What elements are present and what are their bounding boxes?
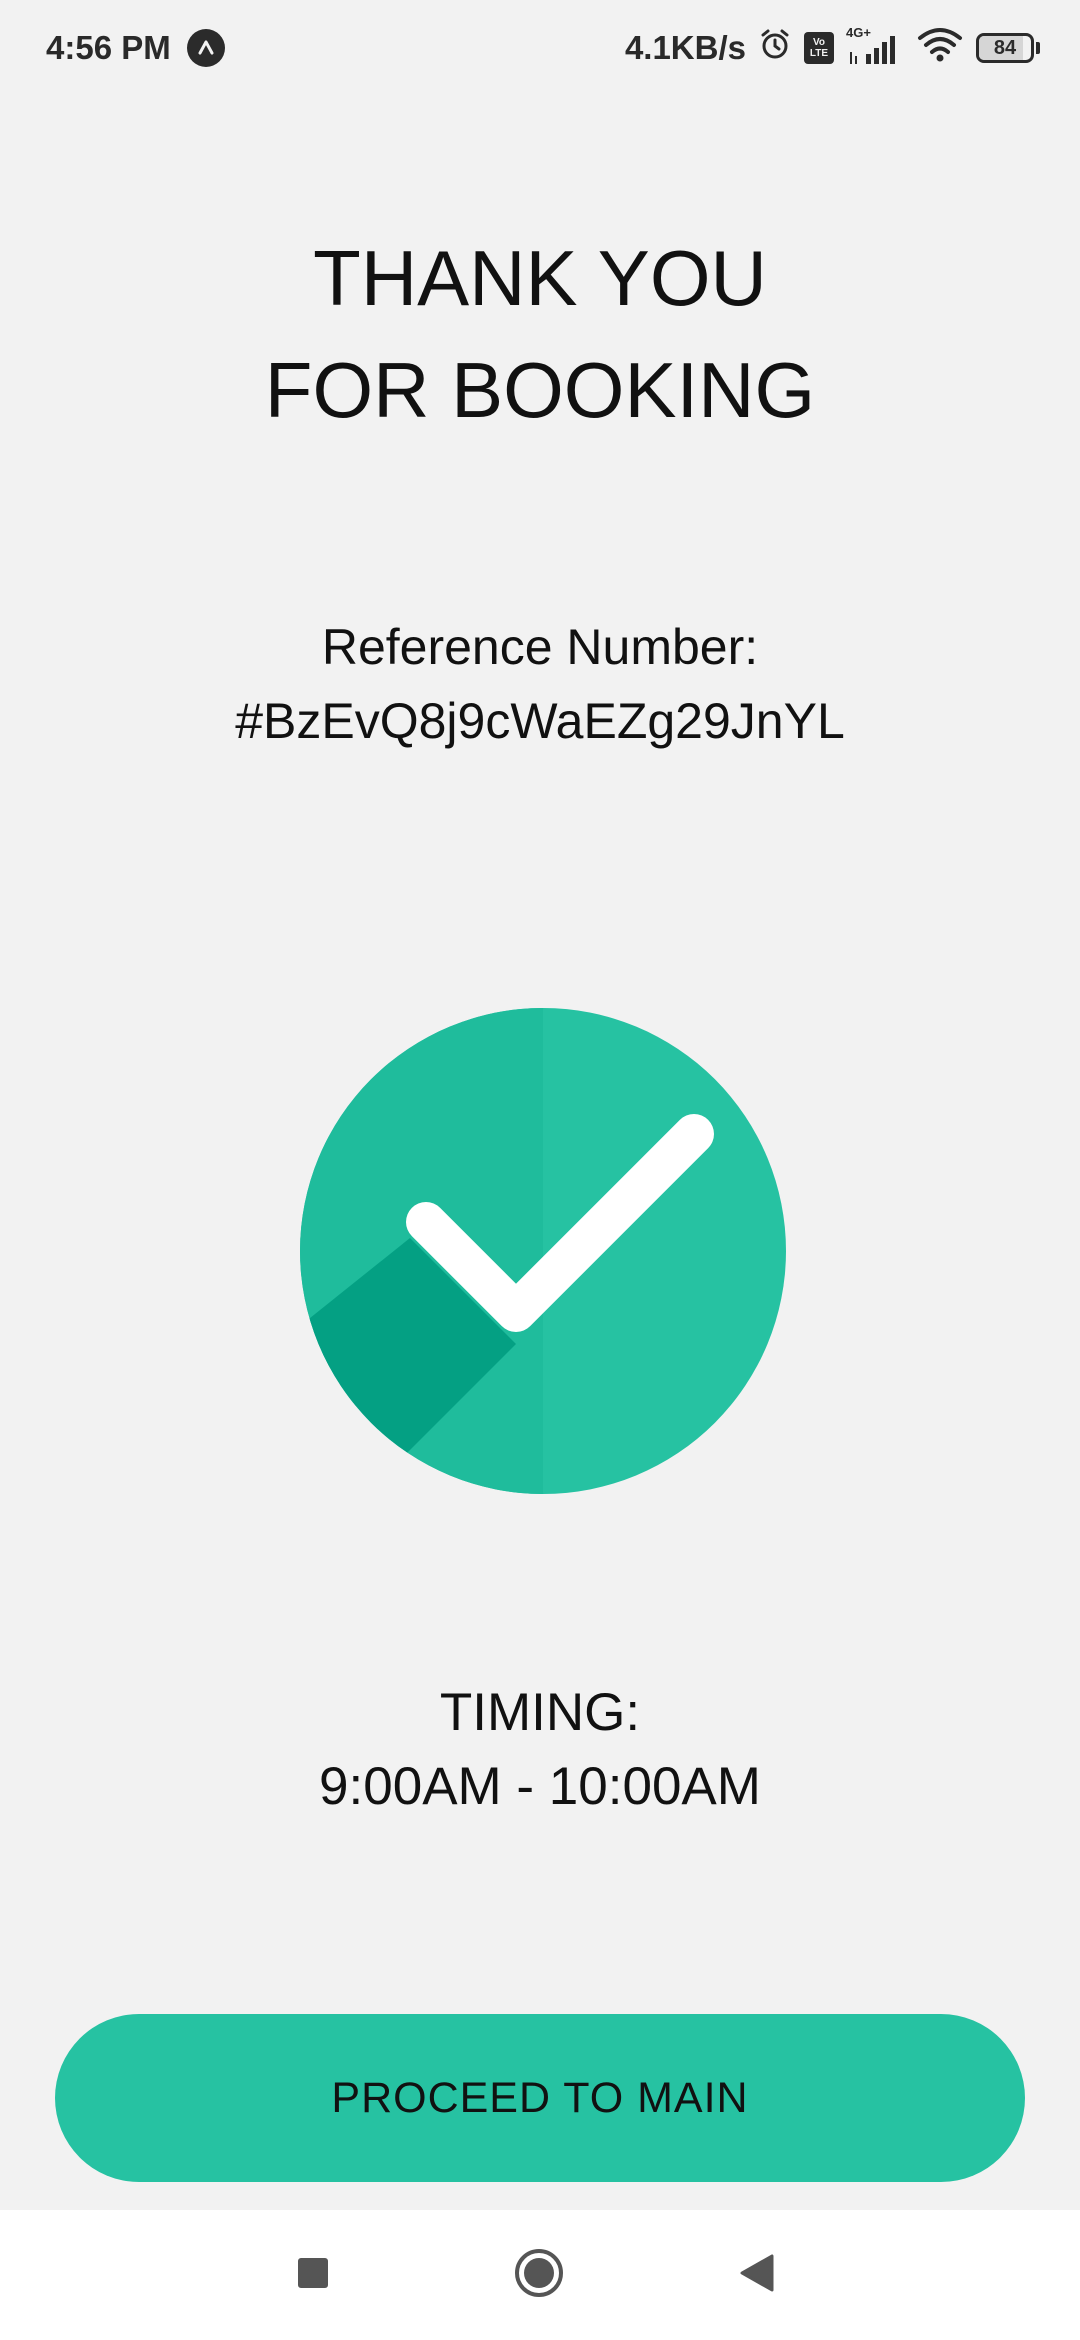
- home-circle-icon[interactable]: [506, 2240, 572, 2306]
- battery-level: 84: [993, 36, 1017, 59]
- reference-label: Reference Number:: [321, 619, 759, 675]
- title-line-1: THANK YOU: [313, 234, 767, 322]
- check-circle-icon: [300, 1008, 786, 1494]
- check-circle-graphic: [300, 1008, 786, 1494]
- status-left: 4:56 PM: [46, 29, 225, 67]
- reference-block: Reference Number: #BzEvQ8j9cWaEZg29JnYL: [0, 610, 1080, 758]
- navigation-bar: [0, 2210, 1080, 2340]
- network-speed: 4.1KB/s: [624, 29, 746, 66]
- recents-square-icon[interactable]: [280, 2240, 346, 2306]
- proceed-to-main-button[interactable]: PROCEED TO MAIN: [55, 2014, 1025, 2182]
- status-time: 4:56 PM: [46, 29, 171, 66]
- battery-icon: 84: [976, 33, 1040, 63]
- status-bar: 4:56 PM 4.1KB/s Vo LTE 4G+ 84: [0, 0, 1080, 96]
- wifi-icon: [916, 26, 964, 70]
- page-title: THANK YOU FOR BOOKING: [0, 222, 1080, 446]
- battery-tip: [1036, 42, 1040, 54]
- reference-value: #BzEvQ8j9cWaEZg29JnYL: [235, 693, 845, 749]
- signal-icon: 4G+: [846, 26, 904, 66]
- volte-bottom-label: LTE: [809, 48, 829, 59]
- volte-icon: Vo LTE: [804, 32, 834, 64]
- timing-block: TIMING: 9:00AM - 10:00AM: [0, 1676, 1080, 1824]
- alarm-icon: [758, 27, 792, 69]
- app-notification-icon: [186, 29, 225, 67]
- title-line-2: FOR BOOKING: [264, 346, 816, 434]
- volte-top-label: Vo: [812, 37, 826, 48]
- battery-body: 84: [976, 33, 1034, 63]
- back-triangle-icon[interactable]: [724, 2240, 790, 2306]
- timing-label: TIMING:: [439, 1683, 641, 1742]
- status-right: 4.1KB/s Vo LTE 4G+ 84: [613, 26, 1040, 70]
- timing-value: 9:00AM - 10:00AM: [319, 1757, 761, 1816]
